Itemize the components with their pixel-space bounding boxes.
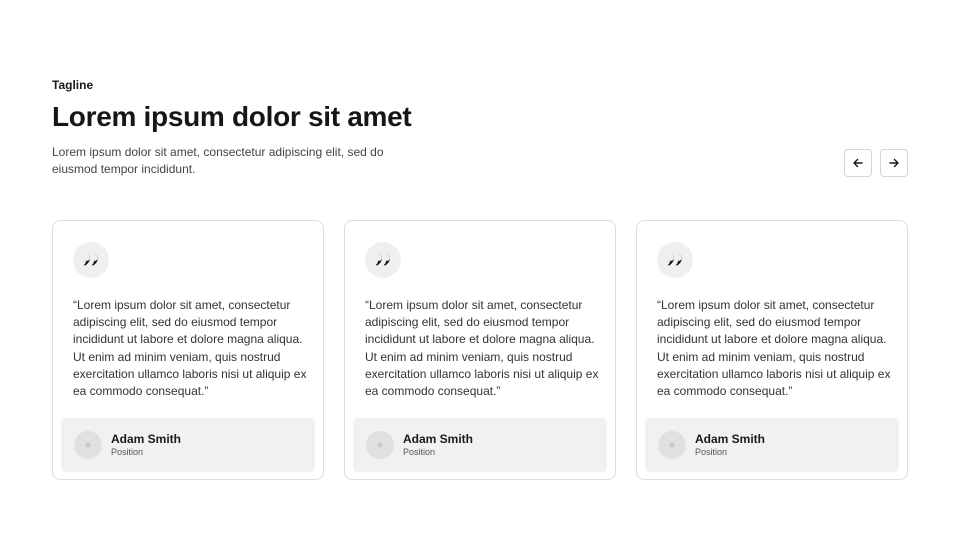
avatar	[366, 431, 394, 459]
author-position: Position	[111, 446, 144, 457]
quote-icon	[668, 254, 682, 266]
testimonial-cards: “Lorem ipsum dolor sit amet, consectetur…	[52, 220, 908, 480]
author-block: Adam Smith Position	[645, 418, 899, 472]
testimonials-section: Tagline Lorem ipsum dolor sit amet Lorem…	[0, 0, 960, 557]
author-position: Position	[403, 446, 436, 457]
testimonial-quote: “Lorem ipsum dolor sit amet, consectetur…	[365, 298, 599, 399]
section-description: Lorem ipsum dolor sit amet, consectetur …	[52, 145, 384, 176]
author-name: Adam Smith	[403, 431, 474, 446]
author-info: Adam Smith Position	[111, 432, 181, 459]
quote-badge	[73, 242, 109, 278]
avatar-placeholder-icon	[669, 442, 675, 448]
quote-badge	[365, 242, 401, 278]
quote-icon	[84, 254, 98, 266]
avatar-placeholder-icon	[85, 442, 91, 448]
author-position: Position	[695, 446, 728, 457]
quote-badge	[657, 242, 693, 278]
testimonial-quote: “Lorem ipsum dolor sit amet, consectetur…	[657, 298, 891, 399]
author-info: Adam Smith Position	[695, 432, 765, 459]
avatar	[658, 431, 686, 459]
avatar-placeholder-icon	[377, 442, 383, 448]
page-title: Lorem ipsum dolor sit amet	[52, 101, 412, 132]
carousel-nav	[844, 149, 908, 177]
testimonial-card: “Lorem ipsum dolor sit amet, consectetur…	[52, 220, 324, 480]
next-button[interactable]	[880, 149, 908, 177]
avatar	[74, 431, 102, 459]
quote-icon	[376, 254, 390, 266]
author-block: Adam Smith Position	[61, 418, 315, 472]
author-name: Adam Smith	[111, 431, 182, 446]
author-name: Adam Smith	[695, 431, 766, 446]
testimonial-card: “Lorem ipsum dolor sit amet, consectetur…	[344, 220, 616, 480]
testimonial-quote: “Lorem ipsum dolor sit amet, consectetur…	[73, 298, 307, 399]
author-block: Adam Smith Position	[353, 418, 607, 472]
author-info: Adam Smith Position	[403, 432, 473, 459]
tagline: Tagline	[52, 78, 94, 92]
arrow-left-icon	[853, 158, 863, 168]
prev-button[interactable]	[844, 149, 872, 177]
arrow-right-icon	[889, 158, 899, 168]
testimonial-card: “Lorem ipsum dolor sit amet, consectetur…	[636, 220, 908, 480]
